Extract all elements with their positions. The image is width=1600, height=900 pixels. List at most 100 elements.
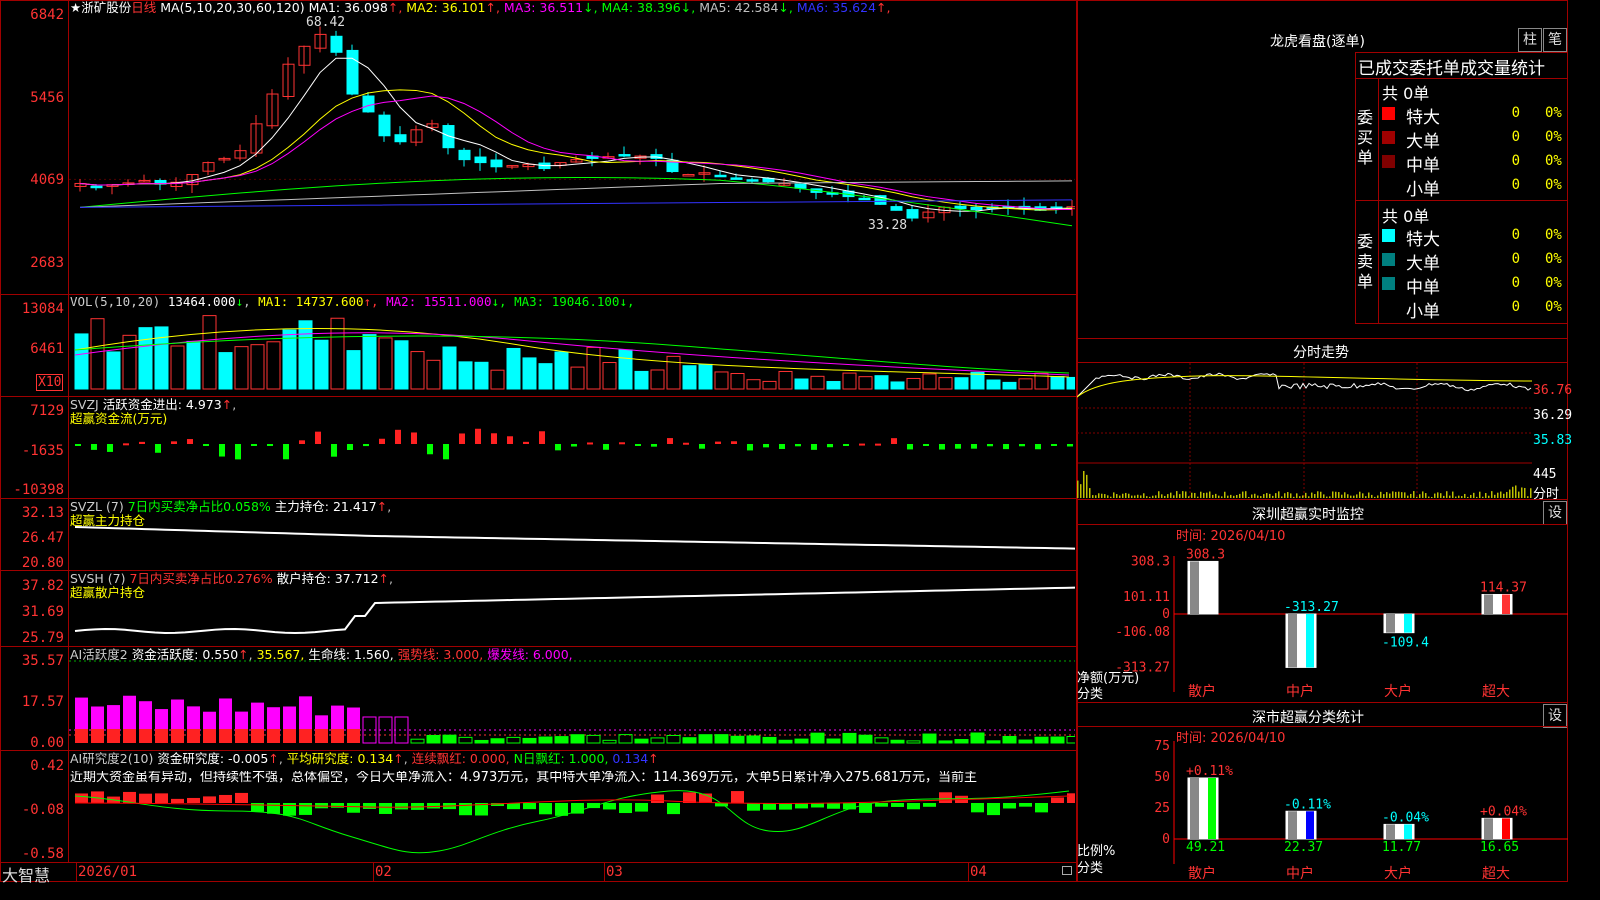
candle (346, 49, 359, 95)
activity-bar (538, 736, 553, 744)
stats-settings-button[interactable]: 设 (1543, 704, 1567, 728)
candlestick-chart[interactable] (69, 0, 1075, 294)
intraday-vol-bar (1077, 480, 1079, 498)
research-bar (187, 797, 200, 803)
volume-bar (170, 345, 185, 390)
intraday-vol-bar (1473, 492, 1475, 498)
research-bar (827, 803, 840, 809)
category-label: 超大 (1482, 684, 1510, 700)
activity-bar (251, 702, 264, 729)
intraday-vol-bar (1491, 491, 1493, 498)
intraday-vol-bar (1359, 491, 1361, 498)
activity-bar (730, 735, 745, 744)
intraday-vol-bar (1335, 491, 1337, 498)
volume-bar (522, 357, 537, 390)
research-bar (139, 793, 152, 803)
activity-bar (826, 738, 841, 744)
intraday-vol-bar (1380, 491, 1382, 498)
bar-value-label: 22.37 (1284, 840, 1323, 855)
order-count: 0 (1511, 299, 1520, 315)
volume-bar (138, 327, 153, 390)
candle (378, 114, 391, 137)
intraday-vol-bar (1095, 495, 1097, 498)
flow-bar (491, 433, 497, 444)
intraday-vol-bar (1488, 495, 1490, 498)
activity-bar (139, 729, 152, 743)
intraday-vol-bar (1254, 493, 1256, 498)
y-tick: 101.11 (1123, 590, 1170, 605)
category-bar-accent (1404, 614, 1412, 633)
category-bar-accent (1306, 614, 1314, 668)
intraday-vol-bar (1113, 492, 1115, 498)
order-pct: 0% (1545, 299, 1562, 315)
svzj-y-tick: 7129 (30, 403, 64, 419)
candle (474, 156, 487, 164)
tick-mode-button[interactable]: 笔 (1543, 28, 1567, 52)
activity-bar (107, 705, 120, 729)
intraday-vol-bar (1182, 491, 1184, 498)
volume-bar (426, 359, 441, 390)
intraday-vol-bar (1350, 495, 1352, 498)
bar-value-label: 49.21 (1186, 840, 1225, 855)
activity-bar (1050, 736, 1065, 744)
intraday-vol-bar (1308, 496, 1310, 498)
intraday-vol-bar (1137, 494, 1139, 498)
volume-bar (378, 337, 393, 390)
intraday-chart[interactable] (1077, 363, 1532, 499)
volume-bar (762, 380, 777, 390)
y-tick: 308.3 (1131, 554, 1170, 569)
ai-y-tick: 17.57 (21, 694, 64, 710)
bar-value-label: 114.37 (1480, 580, 1527, 595)
bar-value-label: +0.04% (1480, 804, 1527, 819)
monitor-title: 深圳超赢实时监控 (1252, 507, 1364, 523)
research-bar (1003, 803, 1016, 809)
activity-bar (155, 729, 168, 743)
ai-y-tick: 35.57 (21, 653, 64, 669)
flow-bar (411, 432, 417, 444)
volume-bar (570, 366, 585, 390)
intraday-vol-bar (1134, 495, 1136, 498)
intraday-price: 36.29 (1533, 408, 1573, 423)
flow-bar (1003, 444, 1009, 450)
x-tick: 2026/01 (78, 864, 138, 880)
activity-bar (187, 729, 200, 743)
volume-bar (282, 329, 297, 390)
candle (970, 206, 983, 211)
bar-value-label: 16.65 (1480, 840, 1519, 855)
intraday-vol-bar (1167, 494, 1169, 498)
research-y-tick: -0.08 (21, 802, 64, 818)
intraday-vol-bar (1287, 492, 1289, 498)
flow-bar (75, 444, 81, 446)
intraday-vol-bar (1356, 494, 1358, 498)
activity-bar (394, 716, 409, 744)
volume-bar (1050, 376, 1065, 390)
activity-bar (1034, 736, 1049, 744)
activity-bar (890, 739, 905, 744)
flow-bar (955, 444, 961, 449)
order-size-label: 小单 (1406, 180, 1440, 200)
volume-bar (506, 347, 521, 390)
bar-mode-button[interactable]: 柱 (1518, 28, 1542, 52)
intraday-vol-bar (1179, 494, 1181, 498)
monitor-settings-button[interactable]: 设 (1543, 501, 1567, 525)
activity-bar (506, 736, 521, 744)
volume-bar (458, 361, 473, 390)
flow-bar (859, 443, 865, 446)
volume-bar (730, 373, 745, 390)
intraday-vol-bar (1437, 492, 1439, 498)
intraday-vol-bar (1143, 493, 1145, 498)
lock-icon[interactable] (1062, 866, 1072, 875)
intraday-vol-bar (1161, 494, 1163, 498)
table-separator (1355, 78, 1568, 79)
intraday-vol-bar (1230, 494, 1232, 498)
research-bar (251, 803, 264, 812)
volume-bar (442, 346, 457, 390)
x-tick-mark (604, 862, 605, 882)
volume-bar (394, 340, 409, 390)
activity-bar (986, 740, 1001, 744)
intraday-vol-bar (1371, 494, 1373, 498)
intraday-vol-bar (1158, 491, 1160, 498)
holding-line (74, 526, 1075, 550)
research-bar (731, 791, 744, 803)
intraday-vol-bar (1188, 496, 1190, 498)
